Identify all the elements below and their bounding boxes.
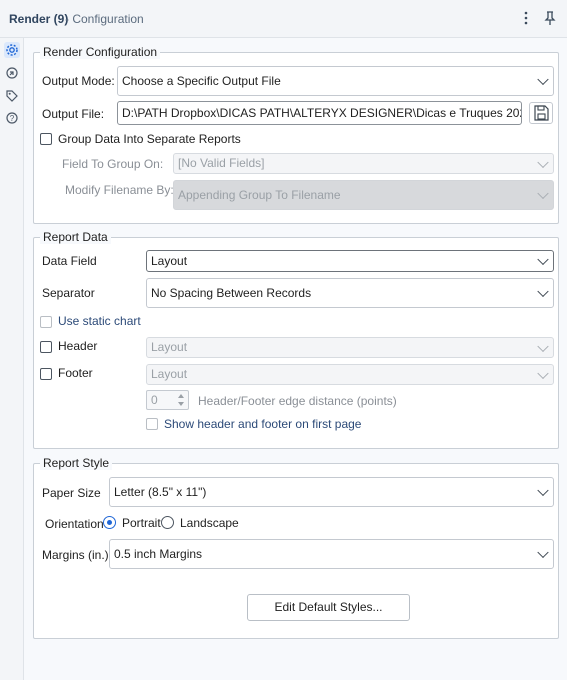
output-mode-label: Output Mode: [42, 74, 115, 88]
window-subtitle: - Configuration [65, 12, 144, 26]
stepper-down-icon[interactable] [175, 400, 187, 408]
data-field-label: Data Field [42, 254, 97, 268]
separator-label: Separator [42, 286, 95, 300]
report-data-legend: Report Data [40, 230, 111, 244]
footer-value: Layout [151, 367, 188, 381]
group-data-checkbox[interactable] [40, 133, 52, 145]
field-to-group-label: Field To Group On: [62, 157, 164, 171]
show-first-page-checkbox[interactable] [146, 418, 158, 430]
chevron-down-icon [537, 156, 549, 168]
save-icon [534, 105, 549, 121]
edge-distance-value: 0 [151, 393, 158, 407]
margins-label: Margins (in.) [42, 548, 109, 562]
chevron-down-icon [537, 484, 549, 497]
output-mode-select[interactable]: Choose a Specific Output File [117, 66, 554, 96]
chevron-down-icon [537, 285, 549, 298]
use-static-chart-label: Use static chart [58, 314, 141, 328]
header-select[interactable]: Layout [146, 337, 554, 358]
footer-select[interactable]: Layout [146, 364, 554, 385]
pin-icon[interactable] [542, 9, 558, 27]
show-first-page-label: Show header and footer on first page [164, 417, 362, 431]
modify-filename-label: Modify Filename By: [65, 183, 174, 197]
use-static-chart-checkbox[interactable] [40, 316, 52, 328]
header-checkbox[interactable] [40, 341, 52, 353]
modify-filename-value: Appending Group To Filename [178, 188, 341, 202]
paper-size-label: Paper Size [42, 486, 101, 500]
output-mode-value: Choose a Specific Output File [122, 74, 281, 88]
chevron-down-icon [537, 546, 549, 559]
edge-distance-label: Header/Footer edge distance (points) [198, 394, 397, 408]
report-style-legend: Report Style [40, 456, 113, 470]
window-title: Render (9) [9, 12, 69, 26]
footer-checkbox[interactable] [40, 368, 52, 380]
tag-icon[interactable] [4, 88, 20, 104]
group-data-label: Group Data Into Separate Reports [58, 132, 241, 146]
margins-value: 0.5 inch Margins [114, 547, 203, 561]
edit-default-styles-button[interactable]: Edit Default Styles... [247, 594, 410, 621]
chevron-down-icon [537, 340, 549, 352]
stepper-up-icon[interactable] [175, 392, 187, 400]
landscape-radio[interactable] [161, 516, 174, 529]
field-to-group-select[interactable]: [No Valid Fields] [173, 153, 554, 174]
left-tool-rail: ? [0, 38, 24, 680]
report-data-group: Report Data Data Field Layout Separator … [33, 230, 559, 449]
output-file-value: D:\PATH Dropbox\DICAS PATH\ALTERYX DESIG… [122, 106, 521, 120]
title-bar: Render (9) - Configuration [0, 0, 567, 38]
render-configuration-legend: Render Configuration [40, 45, 161, 59]
save-file-button[interactable] [529, 102, 553, 124]
help-icon[interactable]: ? [4, 110, 20, 126]
chevron-down-icon [537, 73, 549, 86]
gear-icon[interactable] [4, 42, 20, 58]
edge-distance-stepper[interactable]: 0 [146, 390, 189, 410]
data-field-value: Layout [151, 254, 188, 268]
landscape-label: Landscape [180, 516, 239, 530]
paper-size-select[interactable]: Letter (8.5" x 11") [109, 477, 554, 507]
separator-select[interactable]: No Spacing Between Records [146, 278, 554, 308]
output-file-label: Output File: [42, 107, 105, 121]
chevron-down-icon [537, 187, 549, 200]
portrait-label: Portrait [122, 516, 161, 530]
svg-text:?: ? [10, 114, 15, 123]
data-field-select[interactable]: Layout [146, 250, 554, 272]
connections-icon[interactable] [4, 65, 20, 81]
header-value: Layout [151, 340, 188, 354]
output-file-input[interactable]: D:\PATH Dropbox\DICAS PATH\ALTERYX DESIG… [117, 101, 522, 125]
render-configuration-group: Render Configuration Output Mode: Choose… [33, 45, 559, 224]
header-label: Header [58, 339, 98, 353]
paper-size-value: Letter (8.5" x 11") [114, 485, 207, 499]
orientation-label: Orientation [45, 517, 104, 531]
margins-select[interactable]: 0.5 inch Margins [109, 539, 554, 569]
kebab-menu-icon[interactable] [518, 9, 534, 27]
footer-label: Footer [58, 366, 93, 380]
chevron-down-icon [537, 253, 549, 266]
modify-filename-select[interactable]: Appending Group To Filename [173, 180, 554, 210]
portrait-radio[interactable] [103, 516, 116, 529]
field-to-group-value: [No Valid Fields] [178, 156, 265, 170]
chevron-down-icon [537, 367, 549, 379]
separator-value: No Spacing Between Records [151, 286, 312, 300]
report-style-group: Report Style Paper Size Letter (8.5" x 1… [33, 456, 559, 639]
